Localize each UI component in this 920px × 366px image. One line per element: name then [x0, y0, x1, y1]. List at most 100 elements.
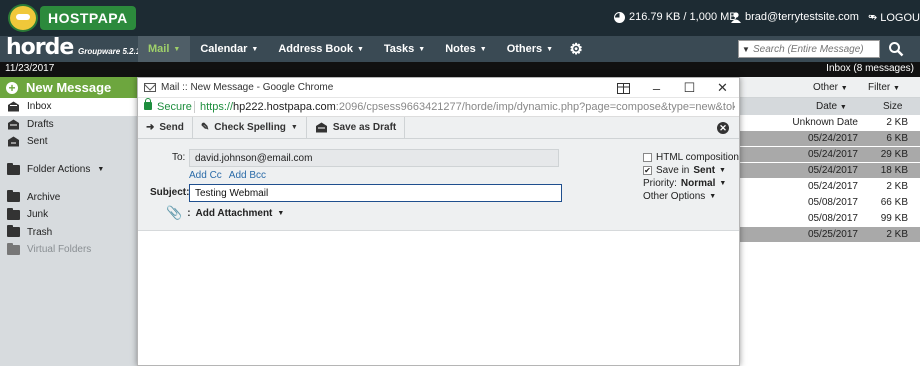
menu-address-book[interactable]: Address Book ▼: [268, 36, 374, 62]
user-menu[interactable]: brad@terrytestsite.com ▼: [731, 11, 876, 23]
other-menu[interactable]: Other ▼: [813, 82, 848, 93]
new-message-button[interactable]: + New Message: [0, 77, 137, 98]
send-button[interactable]: ➜ Send: [138, 116, 193, 139]
row-date: 05/24/2017: [807, 181, 858, 192]
column-date[interactable]: Date ▼: [816, 101, 847, 112]
chevron-down-icon: ▼: [840, 85, 848, 92]
chevron-down-icon: ▼: [719, 180, 727, 187]
maximize-button[interactable]: ☐: [673, 78, 706, 98]
close-window-button[interactable]: ✕: [706, 78, 739, 98]
column-size[interactable]: Size: [883, 101, 902, 112]
sidebar-item-label: Junk: [27, 209, 49, 221]
split-view-glyph: [617, 82, 630, 94]
menu-others[interactable]: Others ▼: [497, 36, 563, 62]
paperclip-icon: 📎: [166, 205, 183, 220]
table-row[interactable]: 05/08/2017 99 KB: [738, 211, 920, 227]
row-size: 2 KB: [886, 117, 908, 128]
priority-value[interactable]: Normal: [681, 178, 715, 189]
add-attachment-button[interactable]: 📎 : Add Attachment ▼: [166, 205, 284, 221]
to-field[interactable]: david.johnson@email.com: [189, 149, 559, 167]
row-size: 2 KB: [886, 181, 908, 192]
html-composition-label: HTML composition: [656, 152, 739, 163]
table-row[interactable]: 05/24/2017 2 KB: [738, 179, 920, 195]
sidebar: + New Message Inbox Drafts Sent Folder A…: [0, 77, 137, 366]
table-row[interactable]: 05/24/2017 29 KB: [738, 147, 920, 163]
menu-calendar-label: Calendar: [200, 43, 248, 55]
split-view-icon[interactable]: [607, 78, 640, 98]
sidebar-item-trash[interactable]: Trash: [0, 224, 137, 242]
table-row[interactable]: 05/08/2017 66 KB: [738, 195, 920, 211]
window-controls: – ☐ ✕: [607, 78, 739, 98]
search-icon[interactable]: [888, 41, 904, 57]
chevron-down-icon: ▼: [173, 45, 181, 53]
sidebar-item-label: Drafts: [27, 118, 54, 130]
sidebar-item-virtual-folders[interactable]: Virtual Folders: [0, 241, 137, 259]
table-row[interactable]: 05/24/2017 6 KB: [738, 131, 920, 147]
chevron-down-icon: ▼: [546, 45, 554, 53]
sidebar-item-archive[interactable]: Archive: [0, 189, 137, 207]
sidebar-item-label: Archive: [27, 191, 61, 203]
html-composition-checkbox[interactable]: [643, 153, 652, 162]
settings-gear-icon[interactable]: ⚙: [563, 36, 589, 62]
logout-label: LOGOUT: [880, 11, 920, 24]
priority-option[interactable]: Priority: Normal ▼: [643, 177, 739, 190]
save-draft-label: Save as Draft: [332, 122, 397, 133]
filter-label: Filter: [868, 82, 891, 93]
to-label: To:: [172, 152, 186, 163]
compose-header: To: david.johnson@email.com Add Cc Add B…: [138, 139, 739, 231]
add-bcc-link[interactable]: Add Bcc: [229, 170, 266, 181]
window-titlebar: Mail :: New Message - Google Chrome – ☐ …: [138, 78, 739, 98]
sidebar-item-sent[interactable]: Sent: [0, 133, 137, 151]
row-date: 05/08/2017: [807, 197, 858, 208]
add-attachment-label: Add Attachment: [195, 207, 273, 219]
message-body-editor[interactable]: [138, 233, 739, 365]
menu-tasks[interactable]: Tasks ▼: [374, 36, 435, 62]
filter-menu[interactable]: Filter ▼: [868, 82, 900, 93]
sidebar-divider: [0, 181, 137, 189]
sidebar-item-inbox[interactable]: Inbox: [0, 98, 137, 116]
chevron-down-icon: ▼: [290, 124, 298, 131]
close-icon[interactable]: ✕: [717, 122, 729, 134]
chevron-down-icon: ▼: [251, 45, 259, 53]
sidebar-item-junk[interactable]: Junk: [0, 206, 137, 224]
hostpapa-logo[interactable]: HOSTPAPA: [8, 4, 136, 32]
menu-mail[interactable]: Mail ▼: [138, 36, 191, 62]
row-date: Unknown Date: [792, 117, 858, 128]
folder-actions-menu[interactable]: Folder Actions ▼: [0, 159, 137, 181]
minimize-button[interactable]: –: [640, 78, 673, 98]
menu-calendar[interactable]: Calendar ▼: [190, 36, 268, 62]
save-draft-button[interactable]: Save as Draft: [307, 116, 406, 139]
table-row[interactable]: 05/24/2017 18 KB: [738, 163, 920, 179]
sidebar-item-drafts[interactable]: Drafts: [0, 116, 137, 134]
compose-options: HTML composition ✔ Save in Sent ▼ Priori…: [643, 151, 739, 203]
subject-field[interactable]: [189, 184, 562, 202]
list-toolbar: Other ▼ Filter ▼: [738, 77, 920, 98]
search-box: ▼: [738, 40, 880, 58]
chevron-down-icon: ▼: [97, 166, 105, 173]
menu-notes[interactable]: Notes ▼: [435, 36, 497, 62]
html-composition-option[interactable]: HTML composition: [643, 151, 739, 164]
lock-icon: [144, 98, 152, 110]
horde-version: Groupware 5.2.14: [78, 47, 145, 56]
mail-icon: [144, 83, 156, 92]
plus-icon: +: [6, 81, 18, 94]
sidebar-item-label: Trash: [27, 226, 53, 238]
sidebar-divider: [0, 151, 137, 159]
search-input[interactable]: [753, 43, 877, 55]
row-date: 05/24/2017: [807, 165, 858, 176]
logout-button[interactable]: ↪ LOGOUT: [868, 11, 920, 25]
table-row[interactable]: Unknown Date 2 KB: [738, 115, 920, 131]
save-in-value[interactable]: Sent: [693, 165, 715, 176]
check-spelling-button[interactable]: ✎ Check Spelling ▼: [193, 116, 307, 139]
search-scope-dropdown-icon[interactable]: ▼: [739, 45, 753, 54]
menu-others-label: Others: [506, 43, 543, 55]
save-in-checkbox[interactable]: ✔: [643, 166, 652, 175]
other-options-menu[interactable]: Other Options ▼: [643, 190, 739, 203]
url-text[interactable]: https://hp222.hostpapa.com:2096/cpsess96…: [200, 101, 735, 113]
add-cc-link[interactable]: Add Cc: [189, 170, 222, 181]
sidebar-item-label: Inbox: [27, 101, 52, 113]
save-in-option[interactable]: ✔ Save in Sent ▼: [643, 164, 739, 177]
horde-logo[interactable]: horde: [6, 37, 74, 59]
address-bar[interactable]: Secure https://hp222.hostpapa.com:2096/c…: [138, 98, 739, 117]
table-row[interactable]: 05/25/2017 2 KB: [738, 227, 920, 243]
